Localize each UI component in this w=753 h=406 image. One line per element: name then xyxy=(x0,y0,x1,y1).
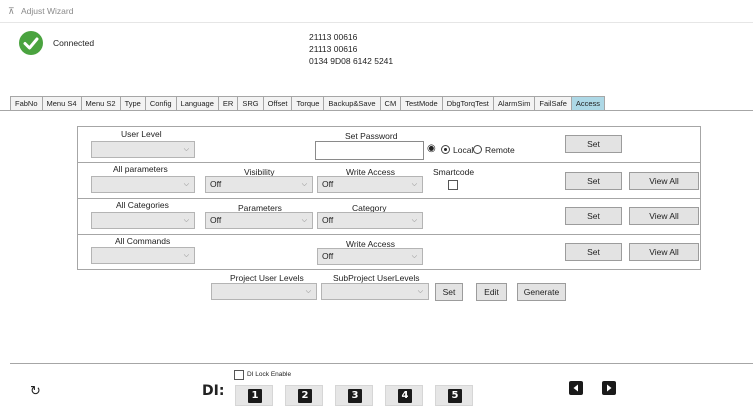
window-title: Adjust Wizard xyxy=(21,6,74,16)
tab-failsafe[interactable]: FailSafe xyxy=(535,96,572,111)
subproject-user-levels-label: SubProject UserLevels xyxy=(333,273,420,283)
chevron-down-icon: ⌵ xyxy=(411,253,417,260)
visibility-select[interactable]: Off ⌵ xyxy=(205,176,313,193)
di-button-4-label: 4 xyxy=(398,389,412,403)
category-select[interactable]: Off ⌵ xyxy=(317,212,423,229)
next-button[interactable] xyxy=(602,381,616,395)
arrow-left-icon xyxy=(573,384,578,392)
parameters-view-all-button[interactable]: View All xyxy=(629,172,699,190)
all-commands-select[interactable]: ⌵ xyxy=(91,247,195,264)
di-button-1-label: 1 xyxy=(248,389,262,403)
tab-fabno[interactable]: FabNo xyxy=(10,96,43,111)
all-parameters-select[interactable]: ⌵ xyxy=(91,176,195,193)
categories-set-button[interactable]: Set xyxy=(565,207,622,225)
previous-button[interactable] xyxy=(569,381,583,395)
tab-dbgtorqtest[interactable]: DbgTorqTest xyxy=(442,96,494,111)
tab-type[interactable]: Type xyxy=(120,96,146,111)
di-button-1[interactable]: 1 xyxy=(235,385,273,406)
commands-set-button[interactable]: Set xyxy=(565,243,622,261)
chevron-down-icon: ⌵ xyxy=(411,217,417,224)
tab-divider xyxy=(0,110,753,111)
di-lock-checkbox[interactable] xyxy=(234,370,244,380)
tab-offset[interactable]: Offset xyxy=(263,96,293,111)
tab-srg[interactable]: SRG xyxy=(238,96,264,111)
category-value: Off xyxy=(322,215,334,225)
commands-write-access-select[interactable]: Off ⌵ xyxy=(317,248,423,265)
all-categories-select[interactable]: ⌵ xyxy=(91,212,195,229)
smartcode-checkbox[interactable] xyxy=(448,180,458,190)
remote-radio[interactable] xyxy=(473,145,482,154)
local-label: Local xyxy=(453,145,474,155)
chevron-down-icon: ⌵ xyxy=(183,217,189,224)
password-input[interactable] xyxy=(315,141,424,160)
project-edit-button[interactable]: Edit xyxy=(476,283,507,301)
category-parameters-select[interactable]: Off ⌵ xyxy=(205,212,313,229)
tab-menu-s2[interactable]: Menu S2 xyxy=(81,96,121,111)
tab-backup-save[interactable]: Backup&Save xyxy=(324,96,381,111)
project-user-levels-select[interactable]: ⌵ xyxy=(211,283,317,300)
parameters-set-button[interactable]: Set xyxy=(565,172,622,190)
local-radio[interactable] xyxy=(441,145,450,154)
di-lock-label: DI Lock Enable xyxy=(247,371,292,378)
di-button-2-label: 2 xyxy=(298,389,312,403)
tab-access[interactable]: Access xyxy=(571,96,606,111)
tab-alarmsim[interactable]: AlarmSim xyxy=(493,96,536,111)
tab-bar: FabNo Menu S4 Menu S2 Type Config Langua… xyxy=(10,96,606,111)
di-button-5-label: 5 xyxy=(448,389,462,403)
panel-divider xyxy=(10,363,753,364)
visibility-value: Off xyxy=(210,179,222,189)
set-password-button[interactable]: Set xyxy=(565,135,622,153)
generate-button[interactable]: Generate xyxy=(517,283,566,301)
connected-check-icon xyxy=(19,31,43,55)
commands-write-access-value: Off xyxy=(322,251,334,261)
tab-er[interactable]: ER xyxy=(218,96,239,111)
tab-menu-s4[interactable]: Menu S4 xyxy=(42,96,82,111)
di-button-4[interactable]: 4 xyxy=(385,385,423,406)
project-user-levels-label: Project User Levels xyxy=(230,273,304,283)
tab-config[interactable]: Config xyxy=(145,96,177,111)
user-level-select[interactable]: ⌵ xyxy=(91,141,195,158)
remote-label: Remote xyxy=(485,145,515,155)
di-button-2[interactable]: 2 xyxy=(285,385,323,406)
di-button-5[interactable]: 5 xyxy=(435,385,473,406)
app-icon: ⊼ xyxy=(8,6,15,16)
chevron-down-icon: ⌵ xyxy=(301,181,307,188)
title-bar: ⊼ Adjust Wizard xyxy=(0,0,753,23)
serial-line-3: 0134 9D08 6142 5241 xyxy=(309,56,394,66)
chevron-down-icon: ⌵ xyxy=(301,217,307,224)
smartcode-label: Smartcode xyxy=(433,167,475,177)
tab-language[interactable]: Language xyxy=(176,96,219,111)
tab-testmode[interactable]: TestMode xyxy=(401,96,443,111)
category-parameters-value: Off xyxy=(210,215,222,225)
connection-status: Connected xyxy=(53,38,95,48)
di-label: DI: xyxy=(202,383,225,399)
commands-view-all-button[interactable]: View All xyxy=(629,243,699,261)
eye-icon[interactable]: ◉ xyxy=(427,143,436,154)
write-access-value: Off xyxy=(322,179,334,189)
subproject-user-levels-select[interactable]: ⌵ xyxy=(321,283,429,300)
serial-line-2: 21113 00616 xyxy=(309,44,358,54)
di-button-3[interactable]: 3 xyxy=(335,385,373,406)
categories-view-all-button[interactable]: View All xyxy=(629,207,699,225)
tab-torque[interactable]: Torque xyxy=(292,96,325,111)
write-access-select[interactable]: Off ⌵ xyxy=(317,176,423,193)
chevron-down-icon: ⌵ xyxy=(183,252,189,259)
project-set-button[interactable]: Set xyxy=(435,283,463,301)
user-level-label: User Level xyxy=(121,129,162,139)
tab-cm[interactable]: CM xyxy=(380,96,402,111)
di-button-3-label: 3 xyxy=(348,389,362,403)
all-parameters-label: All parameters xyxy=(113,164,168,174)
chevron-down-icon: ⌵ xyxy=(411,181,417,188)
chevron-down-icon: ⌵ xyxy=(305,288,311,295)
chevron-down-icon: ⌵ xyxy=(183,146,189,153)
all-categories-label: All Categories xyxy=(116,200,169,210)
arrow-right-icon xyxy=(607,384,612,392)
all-commands-label: All Commands xyxy=(115,236,171,246)
chevron-down-icon: ⌵ xyxy=(417,288,423,295)
serial-line-1: 21113 00616 xyxy=(309,32,358,42)
chevron-down-icon: ⌵ xyxy=(183,181,189,188)
set-password-label: Set Password xyxy=(345,131,398,141)
refresh-icon[interactable]: ↻ xyxy=(30,384,41,399)
